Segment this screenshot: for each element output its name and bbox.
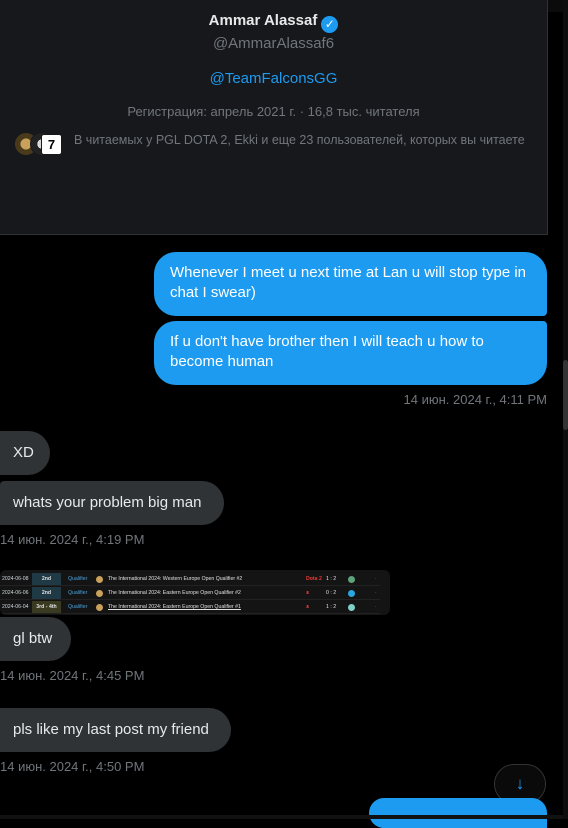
result-row: 2024-06-08 2nd Qualifier The Internation… <box>0 573 380 586</box>
result-place: 2nd <box>32 587 61 599</box>
profile-card[interactable]: Ammar Alassaf ✓ @AmmarAlassaf6 @TeamFalco… <box>0 0 548 235</box>
avatar: 7 <box>41 134 62 155</box>
result-stage: Qualifier <box>68 576 88 582</box>
incoming-message[interactable]: gl btw <box>0 617 71 661</box>
row-dot: · <box>375 604 377 610</box>
row-dot: · <box>375 590 377 596</box>
followed-avatars: 7 <box>14 132 62 156</box>
result-place: 3rd - 4th <box>32 601 61 613</box>
result-title: The International 2024: Western Europe O… <box>108 576 243 582</box>
result-row: 2024-06-04 3rd - 4th Qualifier The Inter… <box>0 601 380 614</box>
outgoing-message-partial[interactable] <box>369 798 547 828</box>
result-row: 2024-06-06 2nd Qualifier The Internation… <box>0 587 380 600</box>
outgoing-message[interactable]: Whenever I meet u next time at Lan u wil… <box>154 252 547 316</box>
team-logo-icon: ᴥ <box>306 604 310 610</box>
result-score: 1 : 2 <box>326 576 337 582</box>
image-attachment[interactable]: 2024-06-08 2nd Qualifier The Internation… <box>0 570 390 615</box>
result-stage: Qualifier <box>68 604 88 610</box>
bottom-edge <box>0 815 568 819</box>
incoming-message[interactable]: whats your problem big man <box>0 481 224 525</box>
opponent-logo-icon <box>348 604 355 611</box>
result-date: 2024-06-08 <box>2 576 29 582</box>
profile-name[interactable]: Ammar Alassaf <box>209 12 318 29</box>
result-place: 2nd <box>32 573 61 585</box>
tournament-icon <box>96 576 103 583</box>
bio-mention-link[interactable]: @TeamFalconsGG <box>0 70 547 87</box>
result-title: The International 2024: Eastern Europe O… <box>108 604 241 610</box>
message-timestamp: 14 июн. 2024 г., 4:50 PM <box>0 759 145 774</box>
followed-by-text[interactable]: В читаемых у PGL DOTA 2, Ekki и еще 23 п… <box>74 133 525 147</box>
tournament-icon <box>96 590 103 597</box>
message-timestamp: 14 июн. 2024 г., 4:19 PM <box>0 532 145 547</box>
opponent-logo-icon <box>348 576 355 583</box>
result-date: 2024-06-04 <box>2 604 29 610</box>
registration-info: Регистрация: апрель 2021 г. · 16,8 тыс. … <box>127 104 420 119</box>
opponent-logo-icon <box>348 590 355 597</box>
message-timestamp: 14 июн. 2024 г., 4:11 PM <box>403 392 547 407</box>
row-dot: · <box>375 576 377 582</box>
result-date: 2024-06-06 <box>2 590 29 596</box>
team-logo-icon: ᴥ <box>306 590 310 596</box>
result-score: 1 : 2 <box>326 604 337 610</box>
team-logo-icon: Dota 2 <box>306 576 322 582</box>
incoming-message[interactable]: XD <box>0 431 50 475</box>
message-timestamp: 14 июн. 2024 г., 4:45 PM <box>0 668 145 683</box>
scrollbar-thumb[interactable] <box>563 360 568 430</box>
incoming-message[interactable]: pls like my last post my friend <box>0 708 231 752</box>
profile-handle[interactable]: @AmmarAlassaf6 <box>0 35 547 52</box>
verified-badge-icon: ✓ <box>321 16 339 33</box>
outgoing-message[interactable]: If u don't have brother then I will teac… <box>154 321 547 385</box>
result-title: The International 2024: Eastern Europe O… <box>108 590 241 596</box>
profile-name-row[interactable]: Ammar Alassaf ✓ <box>0 12 547 33</box>
followed-by-row[interactable]: 7 В читаемых у PGL DOTA 2, Ekki и еще 23… <box>14 132 539 158</box>
tournament-icon <box>96 604 103 611</box>
arrow-down-icon: ↓ <box>515 774 525 793</box>
result-score: 0 : 2 <box>326 590 337 596</box>
result-stage: Qualifier <box>68 590 88 596</box>
